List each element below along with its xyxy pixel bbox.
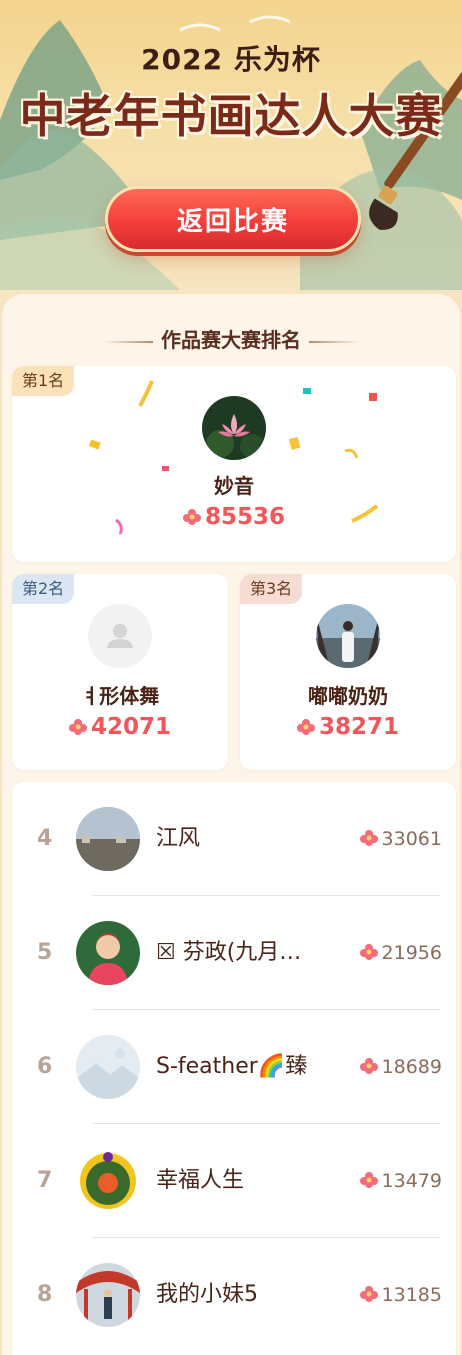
avatar (202, 396, 266, 460)
ranking-list: 4 江风 33061 5 ☒ 芬政(九月… 21956 6 S-feather🌈… (12, 782, 456, 1355)
photo-avatar-image (316, 604, 380, 668)
decor-line-left (103, 340, 153, 343)
rank-number: 6 (37, 1054, 53, 1079)
player-name: 嘟嘟奶奶 (308, 684, 388, 708)
player-score: 18689 (359, 1010, 442, 1124)
scenery-avatar-image (76, 1035, 140, 1099)
avatar (76, 1263, 140, 1327)
flower-icon (182, 509, 201, 525)
player-name: 江风 (156, 826, 201, 851)
avatar (76, 1035, 140, 1099)
score-value: 42071 (90, 714, 172, 740)
flower-icon (359, 1286, 378, 1302)
flower-icon (359, 1058, 378, 1074)
rank-number: 8 (37, 1282, 53, 1307)
flower-icon (359, 1172, 378, 1188)
player-score: 13185 (359, 1238, 442, 1352)
event-title: 中老年书画达人大赛 (19, 89, 443, 143)
list-item[interactable]: 6 S-feather🌈臻 18689 (12, 1010, 456, 1124)
player-name: 幸福人生 (156, 1168, 245, 1193)
player-name: S-feather🌈臻 (156, 1054, 308, 1079)
flower-frame-avatar-image (76, 1149, 140, 1213)
avatar (76, 1149, 140, 1213)
flower-icon (296, 719, 315, 735)
event-year: 2022 乐为杯 (141, 43, 321, 76)
landscape-avatar-image (76, 807, 140, 871)
bridge-avatar-image (76, 1263, 140, 1327)
score-value: 85536 (204, 504, 286, 530)
portrait-avatar-image (76, 921, 140, 985)
list-item[interactable]: 5 ☒ 芬政(九月… 21956 (12, 896, 456, 1010)
player-name: ㅕ形体舞 (80, 684, 160, 708)
section-title: 作品赛大赛排名 (161, 328, 301, 352)
player-score: 38271 (240, 714, 456, 740)
list-item[interactable]: 8 我的小妹5 13185 (12, 1238, 456, 1352)
flower-icon (359, 944, 378, 960)
score-value: 13479 (381, 1170, 442, 1192)
default-avatar-icon (107, 624, 133, 648)
rank-number: 4 (37, 826, 53, 851)
rank-number: 7 (37, 1168, 53, 1193)
player-name: 妙音 (214, 474, 254, 498)
list-item[interactable]: 7 幸福人生 13479 (12, 1124, 456, 1238)
third-place-card[interactable]: 第3名 嘟嘟奶奶 38271 (240, 574, 456, 770)
player-name: ☒ 芬政(九月… (156, 940, 302, 965)
rank-tag: 第2名 (12, 574, 75, 604)
decor-line-right (309, 340, 359, 343)
hero-banner: 2022 乐为杯 中老年书画达人大赛 返回比赛 (0, 0, 462, 300)
score-value: 18689 (381, 1056, 442, 1078)
score-value: 38271 (318, 714, 400, 740)
first-place-card[interactable]: 第1名 妙音 85536 (12, 366, 456, 562)
flower-icon (68, 719, 87, 735)
score-value: 21956 (381, 942, 442, 964)
player-score: 42071 (12, 714, 228, 740)
list-item[interactable]: 4 江风 33061 (12, 782, 456, 896)
score-value: 13185 (381, 1284, 442, 1306)
player-score: 13479 (359, 1124, 442, 1238)
rank-tag: 第3名 (240, 574, 303, 604)
flower-icon (359, 830, 378, 846)
lotus-avatar-image (202, 396, 266, 460)
avatar (88, 604, 152, 668)
avatar (76, 921, 140, 985)
second-place-card[interactable]: 第2名 ㅕ形体舞 42071 (12, 574, 228, 770)
score-value: 33061 (381, 828, 442, 850)
section-header: 作品赛大赛排名 (2, 324, 460, 353)
player-score: 21956 (359, 896, 442, 1010)
player-score: 85536 (12, 504, 456, 530)
back-to-contest-button[interactable]: 返回比赛 (105, 186, 361, 252)
avatar (316, 604, 380, 668)
player-score: 33061 (359, 782, 442, 896)
player-name: 我的小妹5 (156, 1282, 258, 1307)
avatar (76, 807, 140, 871)
rank-number: 5 (37, 940, 53, 965)
ranking-panel: 作品赛大赛排名 第1名 妙音 85536 第2名 ㅕ形体舞 42071 第3名 … (2, 294, 460, 1355)
